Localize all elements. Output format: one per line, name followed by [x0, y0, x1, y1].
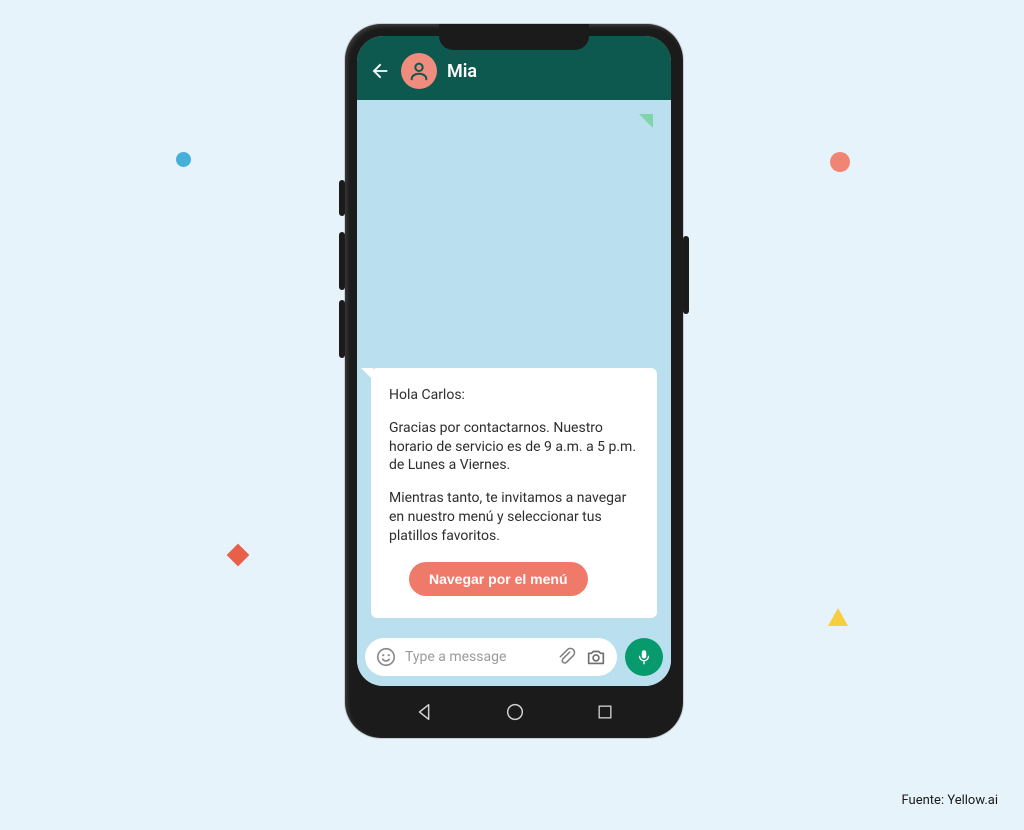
- back-button[interactable]: [369, 60, 391, 82]
- attachment-icon[interactable]: [555, 646, 577, 668]
- android-nav-bar: [345, 686, 683, 738]
- phone-notch: [439, 24, 589, 50]
- square-recents-icon: [595, 702, 615, 722]
- message-input[interactable]: Type a message: [365, 638, 617, 676]
- phone-side-button: [339, 232, 345, 290]
- decorative-triangle-yellow: [828, 608, 848, 626]
- phone-screen: Mia Hola Carlos: Gracias por contactarno…: [357, 36, 671, 686]
- phone-side-button: [339, 300, 345, 358]
- mic-icon: [635, 648, 653, 666]
- avatar[interactable]: [401, 53, 437, 89]
- phone-side-button: [339, 180, 345, 216]
- camera-icon[interactable]: [585, 646, 607, 668]
- phone-mockup: Mia Hola Carlos: Gracias por contactarno…: [345, 24, 683, 738]
- phone-side-button: [683, 236, 689, 314]
- message-body: Mientras tanto, te invitamos a navegar e…: [389, 489, 639, 546]
- decorative-dot-coral: [830, 152, 850, 172]
- message-greeting: Hola Carlos:: [389, 386, 639, 405]
- attribution-text: Fuente: Yellow.ai: [902, 793, 998, 808]
- input-placeholder: Type a message: [405, 649, 547, 665]
- browse-menu-button[interactable]: Navegar por el menú: [409, 562, 588, 596]
- decorative-diamond-red: [227, 544, 250, 567]
- circle-home-icon: [504, 701, 526, 723]
- contact-name[interactable]: Mia: [447, 61, 477, 82]
- person-icon: [408, 60, 430, 82]
- decorative-wallpaper-icon: [639, 114, 653, 128]
- emoji-icon[interactable]: [375, 646, 397, 668]
- arrow-left-icon: [369, 60, 391, 82]
- nav-home-button[interactable]: [504, 701, 526, 723]
- message-body: Gracias por contactarnos. Nuestro horari…: [389, 419, 639, 476]
- nav-back-button[interactable]: [414, 701, 436, 723]
- chat-body: Hola Carlos: Gracias por contactarnos. N…: [357, 100, 671, 632]
- mic-button[interactable]: [625, 638, 663, 676]
- nav-recents-button[interactable]: [595, 702, 615, 722]
- incoming-message: Hola Carlos: Gracias por contactarnos. N…: [371, 368, 657, 618]
- triangle-back-icon: [414, 701, 436, 723]
- input-bar: Type a message: [357, 632, 671, 686]
- decorative-dot-blue: [176, 152, 191, 167]
